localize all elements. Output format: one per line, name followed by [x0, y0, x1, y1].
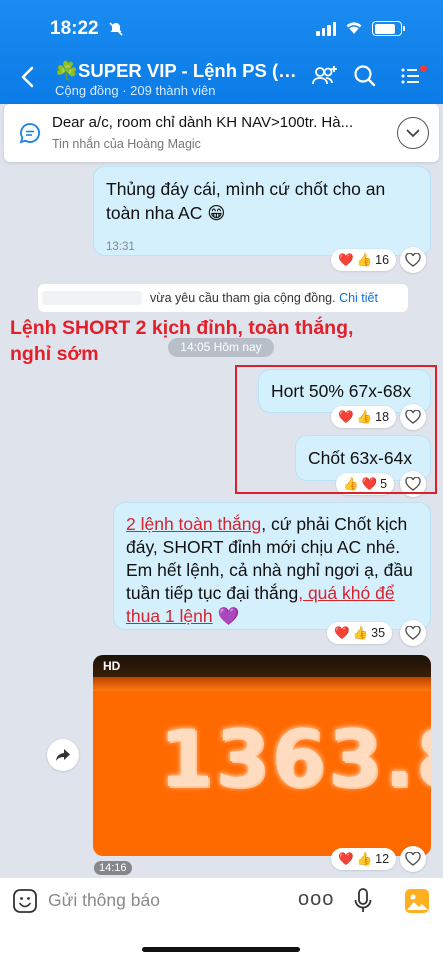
wifi-icon — [344, 19, 364, 40]
reaction-count: 35 — [371, 626, 386, 640]
system-notice: vừa yêu cầu tham gia cộng đồng. Chi tiết — [38, 284, 408, 312]
reaction-count: 12 — [375, 852, 390, 866]
more-options-icon[interactable]: ooo — [298, 888, 334, 911]
video-message[interactable]: HD 1363.8 — [93, 655, 431, 856]
message-bubble[interactable]: 2 lệnh toàn thắng, cứ phải Chốt kịch đáy… — [113, 502, 431, 630]
message-text-line: Thủng đáy cái, mình cứ chốt cho an — [106, 179, 386, 199]
date-separator: 14:05 Hôm nay — [168, 338, 274, 357]
reaction-summary[interactable]: ❤️ 👍 12 — [331, 848, 397, 870]
microphone-icon[interactable] — [353, 887, 373, 920]
group-title[interactable]: ☘️SUPER VIP - Lệnh PS (K... — [55, 60, 300, 82]
notice-detail-link[interactable]: Chi tiết — [339, 291, 378, 305]
chevron-down-icon[interactable] — [397, 117, 429, 149]
cell-signal-icon — [316, 22, 336, 36]
home-indicator — [142, 947, 300, 952]
chat-header: 18:22 ☘️SUPER VIP - Lệnh PS (K... Cộng đ… — [0, 0, 443, 104]
pinned-text: Dear a/c, room chỉ dành KH NAV>100tr. Hà… — [52, 114, 354, 131]
like-heart-icon[interactable] — [400, 846, 426, 872]
pinned-message[interactable]: Dear a/c, room chỉ dành KH NAV>100tr. Hà… — [4, 104, 439, 162]
like-heart-icon[interactable] — [400, 620, 426, 646]
video-frame-text: 1363.8 — [159, 715, 431, 805]
back-arrow-icon[interactable] — [20, 66, 34, 91]
reaction-summary[interactable]: ❤️ 👍 16 — [331, 249, 397, 271]
like-reaction-icon: 👍 — [356, 252, 373, 267]
like-heart-icon[interactable] — [400, 247, 426, 273]
search-icon[interactable] — [353, 64, 377, 93]
battery-icon — [372, 21, 405, 36]
pinned-sender: Tin nhắn của Hoàng Magic — [52, 137, 201, 151]
message-text: 2 lệnh toàn thắng, cứ phải Chốt kịch đáy… — [126, 513, 424, 628]
like-reaction-icon: 👍 — [352, 625, 369, 640]
sticker-icon[interactable] — [12, 888, 38, 919]
heart-reaction-icon: ❤️ — [338, 851, 354, 866]
message-text-line: toàn nha AC 😁 — [106, 203, 226, 223]
composer-bar: Gửi thông báo ooo — [0, 877, 443, 960]
status-time: 18:22 — [50, 18, 99, 39]
blurred-name — [42, 291, 142, 305]
highlighted-text: 2 lệnh toàn thắng — [126, 514, 262, 534]
status-bar: 18:22 — [0, 18, 443, 42]
message-time: 14:16 — [94, 861, 132, 875]
like-reaction-icon: 👍 — [356, 851, 373, 866]
notice-text: vừa yêu cầu tham gia cộng đồng. — [150, 291, 336, 305]
purple-heart-icon: 💜 — [217, 606, 240, 626]
heart-reaction-icon: ❤️ — [338, 252, 354, 267]
image-gallery-icon[interactable] — [404, 888, 430, 919]
message-bubble[interactable]: Thủng đáy cái, mình cứ chốt cho an toàn … — [93, 166, 431, 256]
bell-muted-icon — [108, 21, 124, 40]
message-time: 13:31 — [106, 241, 135, 253]
add-member-icon[interactable] — [311, 64, 339, 93]
reaction-summary[interactable]: ❤️ 👍 35 — [327, 622, 393, 644]
highlight-box — [235, 365, 437, 494]
heart-reaction-icon: ❤️ — [334, 625, 350, 640]
hd-badge: HD — [103, 659, 121, 673]
notification-dot — [419, 64, 428, 73]
group-subtitle: Cộng đồng · 209 thành viên — [55, 83, 216, 98]
chat-bubble-icon — [19, 122, 41, 149]
message-input[interactable]: Gửi thông báo — [48, 890, 160, 911]
reaction-count: 16 — [375, 253, 390, 267]
share-forward-icon[interactable] — [47, 739, 79, 771]
